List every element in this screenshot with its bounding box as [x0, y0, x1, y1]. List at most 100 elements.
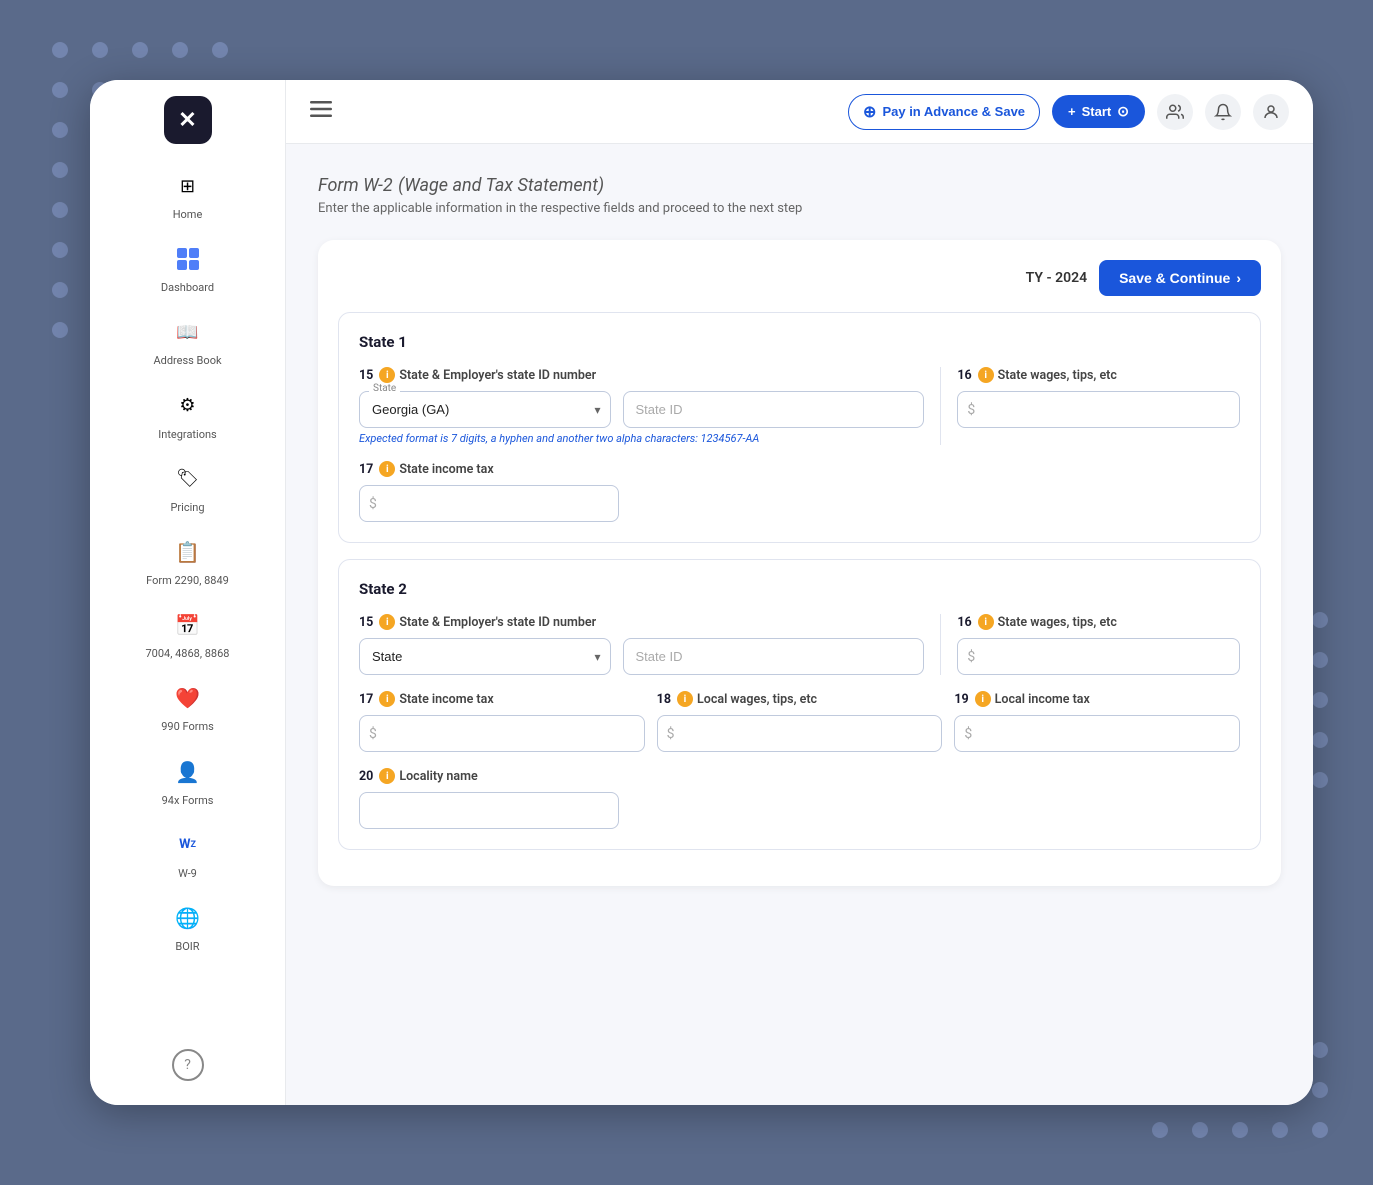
state2-field20-label: 20 i Locality name	[359, 768, 619, 784]
state1-state-id-sub-row: State Georgia (GA) ▾	[359, 391, 924, 428]
state2-field17-info-icon[interactable]: i	[379, 691, 395, 707]
state1-field16-dollar-prefix: $	[967, 402, 975, 418]
sidebar-item-w9[interactable]: WZ W-9	[103, 819, 273, 888]
sidebar-item-help[interactable]: ?	[103, 1041, 273, 1089]
state2-field20-input[interactable]	[359, 792, 619, 829]
sidebar-item-pricing[interactable]: 🏷 Pricing	[103, 453, 273, 522]
sidebar-label-form2290: Form 2290, 8849	[146, 574, 229, 587]
sidebar-item-boir[interactable]: 🌐 BOIR	[103, 892, 273, 961]
state1-field17-input[interactable]	[359, 485, 619, 522]
start-button[interactable]: + Start ⊙	[1052, 95, 1145, 128]
sidebar-label-address-book: Address Book	[153, 354, 221, 367]
contacts-button[interactable]	[1157, 94, 1193, 130]
form2290-icon: 📋	[170, 534, 206, 570]
state2-field17-dollar-prefix: $	[369, 726, 377, 742]
user-button[interactable]	[1253, 94, 1289, 130]
state1-field16-label: 16 i State wages, tips, etc	[957, 367, 1240, 383]
sidebar-label-form990: 990 Forms	[161, 720, 214, 733]
app-logo[interactable]: ✕	[164, 96, 212, 144]
state2-title: State 2	[359, 580, 1240, 598]
sidebar-item-home[interactable]: ⊞ Home	[103, 160, 273, 229]
state2-field17-18-19-row: 17 i State income tax $	[359, 691, 1240, 752]
state2-state-select[interactable]: State	[359, 638, 611, 675]
header-left	[310, 101, 332, 122]
state2-field15-info-icon[interactable]: i	[379, 614, 395, 630]
chevron-right-icon: ›	[1236, 270, 1241, 286]
state2-field18-dollar-prefix: $	[667, 726, 675, 742]
sidebar-item-address-book[interactable]: 📖 Address Book	[103, 306, 273, 375]
state2-field19-input[interactable]	[954, 715, 1240, 752]
sidebar-item-form2290[interactable]: 📋 Form 2290, 8849	[103, 526, 273, 595]
state2-state-id-wrap	[623, 638, 925, 675]
state1-field17-group: 17 i State income tax $	[359, 461, 619, 522]
hamburger-icon[interactable]	[310, 101, 332, 122]
state1-field16-input-wrap: $	[957, 391, 1240, 428]
state1-field15-group: 15 i State & Employer's state ID number …	[359, 367, 941, 445]
state2-field16-input-wrap: $	[957, 638, 1240, 675]
form-card: TY - 2024 Save & Continue › State 1	[318, 240, 1281, 886]
state2-field20-info-icon[interactable]: i	[379, 768, 395, 784]
state2-field19-dollar-prefix: $	[964, 726, 972, 742]
state1-field16-info-icon[interactable]: i	[978, 367, 994, 383]
state1-state-float-label: State	[369, 383, 400, 394]
start-plus-icon: +	[1068, 104, 1076, 119]
state1-state-dropdown-wrap: State Georgia (GA) ▾	[359, 391, 611, 428]
sidebar-label-form7004: 7004, 4868, 8868	[146, 647, 230, 660]
help-icon: ?	[172, 1049, 204, 1081]
sidebar-item-integrations[interactable]: ⚙ Integrations	[103, 380, 273, 449]
form94x-icon: 👤	[170, 754, 206, 790]
start-label: Start	[1082, 104, 1112, 119]
state1-field15-info-icon[interactable]: i	[379, 367, 395, 383]
pay-advance-label: Pay in Advance & Save	[882, 104, 1025, 119]
start-arrow-icon: ⊙	[1117, 103, 1129, 120]
form-card-header: TY - 2024 Save & Continue ›	[338, 260, 1261, 296]
state2-field15-label: 15 i State & Employer's state ID number	[359, 614, 924, 630]
state2-field19-info-icon[interactable]: i	[975, 691, 991, 707]
state1-field15-16-row: 15 i State & Employer's state ID number …	[359, 367, 1240, 445]
state2-field17-label: 17 i State income tax	[359, 691, 645, 707]
address-book-icon: 📖	[170, 314, 206, 350]
state2-field15-16-row: 15 i State & Employer's state ID number …	[359, 614, 1240, 675]
sidebar-item-form990[interactable]: ❤️ 990 Forms	[103, 672, 273, 741]
state2-field16-info-icon[interactable]: i	[978, 614, 994, 630]
form-title-subtitle: (Wage and Tax Statement)	[398, 175, 604, 196]
sidebar-label-form94x: 94x Forms	[162, 794, 214, 807]
state1-field16-input[interactable]	[957, 391, 1240, 428]
form7004-icon: 📅	[170, 607, 206, 643]
bell-button[interactable]	[1205, 94, 1241, 130]
sidebar-label-w9: W-9	[178, 867, 197, 880]
state2-field18-label: 18 i Local wages, tips, etc	[657, 691, 943, 707]
state2-field16-input[interactable]	[957, 638, 1240, 675]
integrations-icon: ⚙	[170, 388, 206, 424]
state1-format-hint: Expected format is 7 digits, a hyphen an…	[359, 432, 924, 445]
pay-advance-button[interactable]: ⊕ Pay in Advance & Save	[848, 94, 1040, 130]
state2-state-id-sub-row: State ▾	[359, 638, 924, 675]
state2-field18-input[interactable]	[657, 715, 943, 752]
state2-field20-row: 20 i Locality name	[359, 768, 1240, 829]
state1-field17-info-icon[interactable]: i	[379, 461, 395, 477]
state2-state-id-input[interactable]	[623, 638, 925, 675]
state2-field18-group: 18 i Local wages, tips, etc $	[657, 691, 943, 752]
sidebar-label-integrations: Integrations	[158, 428, 216, 441]
state1-field17-dollar-prefix: $	[369, 496, 377, 512]
state2-field20-group: 20 i Locality name	[359, 768, 619, 829]
state2-field15-group: 15 i State & Employer's state ID number …	[359, 614, 941, 675]
state1-state-id-input[interactable]	[623, 391, 925, 428]
state2-field19-label: 19 i Local income tax	[954, 691, 1240, 707]
state1-field17-input-wrap: $	[359, 485, 619, 522]
sidebar-label-home: Home	[173, 208, 203, 221]
sidebar-item-dashboard[interactable]: Dashboard	[103, 233, 273, 302]
save-continue-button[interactable]: Save & Continue ›	[1099, 260, 1261, 296]
state1-state-id-wrap	[623, 391, 925, 428]
sidebar-item-form94x[interactable]: 👤 94x Forms	[103, 746, 273, 815]
state2-field19-input-wrap: $	[954, 715, 1240, 752]
state1-field17-label: 17 i State income tax	[359, 461, 619, 477]
pricing-icon: 🏷	[170, 461, 206, 497]
state1-state-select[interactable]: Georgia (GA)	[359, 391, 611, 428]
state1-field15-label: 15 i State & Employer's state ID number	[359, 367, 924, 383]
state2-field18-info-icon[interactable]: i	[677, 691, 693, 707]
sidebar-item-form7004[interactable]: 📅 7004, 4868, 8868	[103, 599, 273, 668]
state2-field17-input[interactable]	[359, 715, 645, 752]
state2-field16-group: 16 i State wages, tips, etc $	[941, 614, 1240, 675]
state2-field19-group: 19 i Local income tax $	[954, 691, 1240, 752]
